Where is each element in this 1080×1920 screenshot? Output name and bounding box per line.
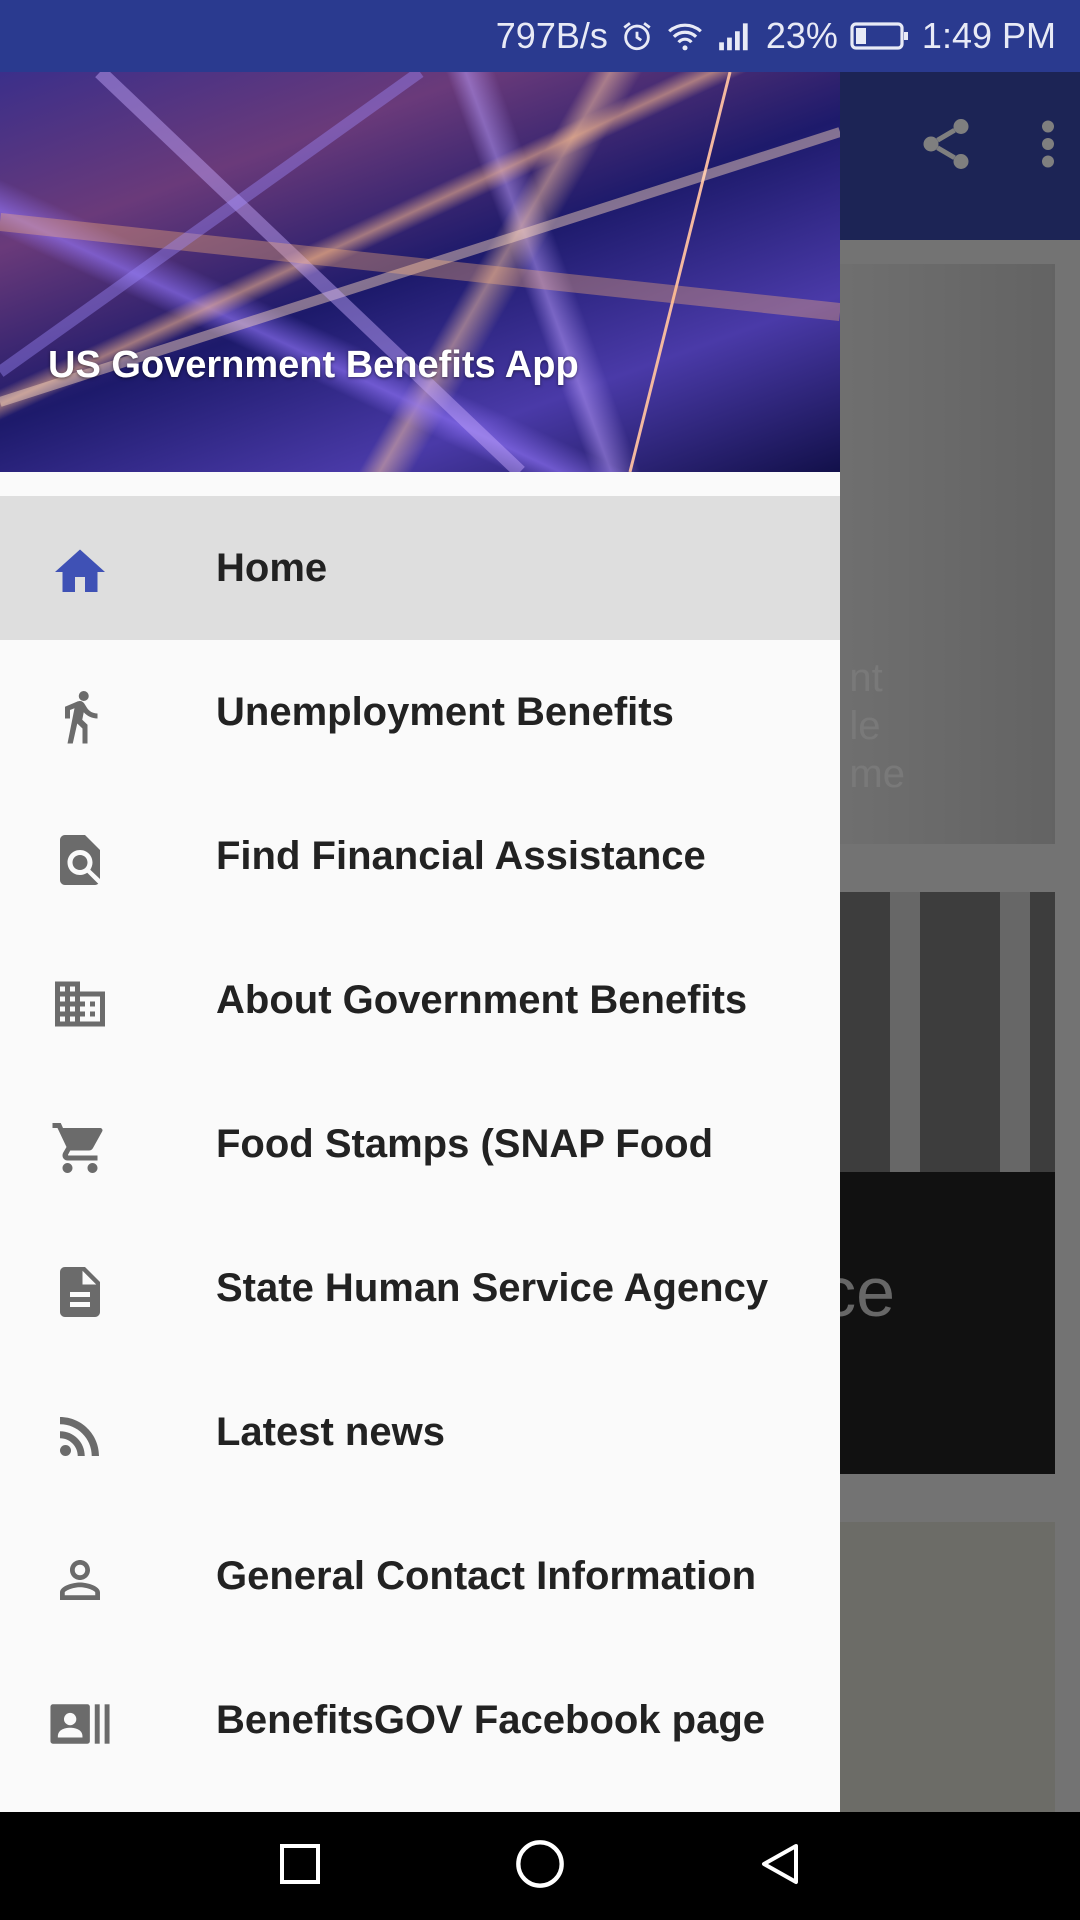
shopping-cart-icon [48, 1116, 112, 1180]
find-in-page-icon [48, 828, 112, 892]
menu-item-home[interactable]: Home [0, 496, 840, 640]
menu-item-label: Latest news [216, 1409, 445, 1454]
contact-card-icon [48, 1692, 112, 1756]
navigation-drawer: US Government Benefits App Home Unemploy… [0, 72, 840, 1812]
clock: 1:49 PM [921, 15, 1056, 56]
header-background-image [0, 72, 840, 472]
menu-item-find-financial-assistance[interactable]: Find Financial Assistance [0, 784, 840, 928]
menu-item-state-human-service-agency[interactable]: State Human Service Agency [0, 1216, 840, 1360]
business-icon [48, 972, 112, 1036]
drawer-title: US Government Benefits App [48, 344, 579, 386]
recents-button[interactable] [276, 1840, 324, 1893]
menu-item-about-government-benefits[interactable]: About Government Benefits [0, 928, 840, 1072]
menu-item-latest-news[interactable]: Latest news [0, 1360, 840, 1504]
battery-icon [850, 20, 910, 52]
battery-percent: 23% [765, 15, 838, 56]
menu-item-food-stamps[interactable]: Food Stamps (SNAP Food [0, 1072, 840, 1216]
walking-person-icon [48, 684, 112, 748]
home-button[interactable] [514, 1838, 566, 1895]
menu-item-label: General Contact Information [216, 1553, 757, 1598]
menu-item-label: Unemployment Benefits [216, 689, 674, 734]
net-speed: 797B/s [495, 15, 608, 56]
menu-item-general-contact-information[interactable]: General Contact Information [0, 1504, 840, 1648]
person-outline-icon [48, 1548, 112, 1612]
menu-item-benefitsgov-facebook-page[interactable]: BenefitsGOV Facebook page [0, 1648, 840, 1792]
status-bar: 797B/s 23% 1:49 PM [0, 0, 1080, 72]
menu-item-label: Find Financial Assistance [216, 833, 706, 878]
wifi-icon [666, 19, 704, 53]
alarm-icon [620, 19, 654, 53]
drawer-header: US Government Benefits App [0, 72, 840, 472]
document-icon [48, 1260, 112, 1324]
menu-item-unemployment-benefits[interactable]: Unemployment Benefits [0, 640, 840, 784]
home-icon [48, 540, 112, 604]
back-button[interactable] [756, 1840, 804, 1893]
signal-icon [716, 19, 754, 53]
menu-item-label: Food Stamps (SNAP Food [216, 1121, 714, 1166]
menu-item-label: State Human Service Agency [216, 1265, 769, 1310]
menu-item-label: Home [216, 545, 328, 590]
menu-item-label: BenefitsGOV Facebook page [216, 1697, 766, 1742]
system-nav-bar [0, 1812, 1080, 1920]
rss-feed-icon [48, 1404, 112, 1468]
drawer-menu: Home Unemployment Benefits Find Financia… [0, 496, 840, 1792]
menu-item-label: About Government Benefits [216, 977, 748, 1022]
